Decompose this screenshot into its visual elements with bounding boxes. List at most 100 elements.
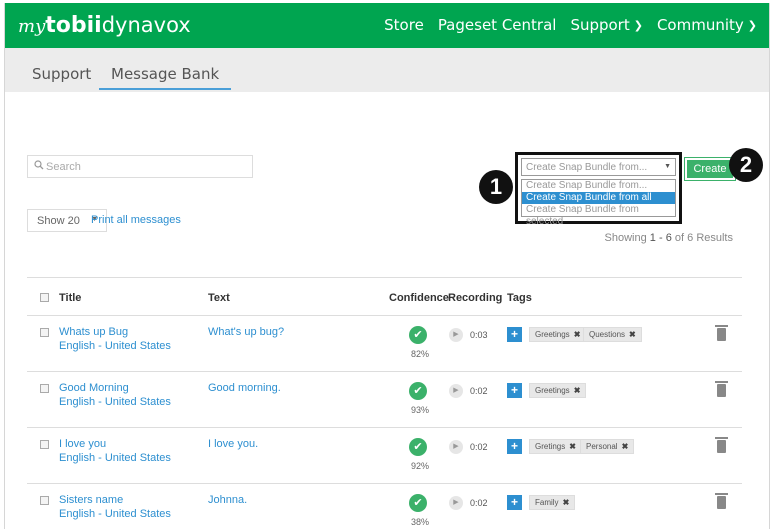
caret-down-icon: ▼ (664, 163, 671, 170)
play-icon[interactable]: ▶ (449, 496, 463, 510)
bundle-select[interactable]: Create Snap Bundle from... ▼ (521, 158, 676, 176)
confidence-value: 92% (411, 461, 430, 471)
recording-duration: 0:03 (470, 330, 488, 340)
tag: Greetings ✖ (529, 327, 587, 342)
table-header: Title Text Confidence Recording Tags (27, 278, 742, 316)
search-box (27, 155, 253, 178)
tab-support[interactable]: Support (32, 65, 91, 83)
nav-store[interactable]: Store (384, 16, 424, 34)
trash-icon[interactable] (715, 325, 728, 341)
sub-nav: Support Message Bank (5, 48, 769, 92)
row-language[interactable]: English - United States (59, 508, 171, 520)
top-nav: Store Pageset Central Support ❯ Community… (384, 16, 757, 34)
add-tag-button[interactable]: + (507, 383, 522, 398)
col-text: Text (208, 292, 230, 304)
nav-pageset-central[interactable]: Pageset Central (438, 16, 557, 34)
results-prefix: Showing (604, 232, 647, 244)
page-size-value: Show 20 (37, 215, 80, 227)
search-icon (34, 160, 44, 173)
close-icon[interactable]: ✖ (629, 330, 636, 339)
close-icon[interactable]: ✖ (569, 442, 576, 451)
confidence-value: 82% (411, 349, 430, 359)
close-icon[interactable]: ✖ (622, 442, 629, 451)
chevron-down-icon: ❯ (633, 19, 643, 32)
tag-label: Personal (586, 442, 618, 451)
row-checkbox[interactable] (40, 384, 49, 393)
table-row: Sisters name English - United States Joh… (27, 484, 742, 529)
create-button[interactable]: Create (684, 157, 736, 181)
close-icon[interactable]: ✖ (563, 498, 570, 507)
nav-support[interactable]: Support ❯ (570, 16, 643, 34)
tag: Greetings ✖ (529, 383, 587, 398)
nav-support-label: Support (570, 16, 630, 34)
row-text[interactable]: I love you. (208, 438, 258, 450)
close-icon[interactable]: ✖ (574, 330, 581, 339)
row-text[interactable]: Good morning. (208, 382, 281, 394)
add-tag-button[interactable]: + (507, 327, 522, 342)
close-icon[interactable]: ✖ (574, 386, 581, 395)
results-range: 1 - 6 (649, 232, 672, 244)
tab-message-bank[interactable]: Message Bank (99, 65, 232, 90)
search-input[interactable] (46, 158, 246, 175)
logo[interactable]: mytobiidynavox (18, 13, 191, 39)
row-language[interactable]: English - United States (59, 452, 171, 464)
row-checkbox[interactable] (40, 440, 49, 449)
tag-label: Gretings (535, 442, 566, 451)
nav-community-label: Community (656, 16, 744, 34)
callout-badge-2: 2 (729, 148, 763, 182)
logo-dynavox: dynavox (101, 13, 191, 37)
check-badge-icon: ✔ (409, 438, 427, 456)
recording-duration: 0:02 (470, 386, 488, 396)
trash-icon[interactable] (715, 437, 728, 453)
messages-table: Title Text Confidence Recording Tags Wha… (27, 277, 742, 529)
tag-label: Greetings (535, 386, 570, 395)
play-icon[interactable]: ▶ (449, 440, 463, 454)
row-title[interactable]: Whats up Bug (59, 326, 128, 338)
table-row: I love you English - United States I lov… (27, 428, 742, 484)
trash-icon[interactable] (715, 381, 728, 397)
recording-duration: 0:02 (470, 498, 488, 508)
tag: Questions ✖ (583, 327, 642, 342)
row-text[interactable]: Johnna. (208, 494, 247, 506)
bundle-option[interactable]: Create Snap Bundle from... (522, 180, 675, 192)
row-language[interactable]: English - United States (59, 396, 171, 408)
results-total: 6 (687, 232, 694, 244)
bundle-callout: Create Snap Bundle from... ▼ Create Snap… (515, 152, 682, 227)
results-suffix: Results (696, 232, 733, 244)
row-language[interactable]: English - United States (59, 340, 171, 352)
print-all-link[interactable]: Print all messages (91, 214, 181, 226)
row-checkbox[interactable] (40, 328, 49, 337)
recording-duration: 0:02 (470, 442, 488, 452)
confidence-value: 93% (411, 405, 430, 415)
trash-icon[interactable] (715, 493, 728, 509)
check-badge-icon: ✔ (409, 494, 427, 512)
nav-community[interactable]: Community ❯ (657, 16, 757, 34)
results-of: of (674, 232, 685, 244)
add-tag-button[interactable]: + (507, 439, 522, 454)
play-icon[interactable]: ▶ (449, 328, 463, 342)
results-count: Showing 1 - 6 of 6 Results (605, 232, 733, 244)
logo-tobii: tobii (45, 13, 102, 38)
select-all-checkbox[interactable] (40, 293, 49, 302)
bundle-option[interactable]: Create Snap Bundle from selected (522, 204, 675, 227)
table-row: Good Morning English - United States Goo… (27, 372, 742, 428)
nav-store-label: Store (384, 16, 424, 34)
row-title[interactable]: I love you (59, 438, 106, 450)
row-title[interactable]: Good Morning (59, 382, 129, 394)
chevron-down-icon: ❯ (747, 19, 757, 32)
bundle-option-selected[interactable]: Create Snap Bundle from all (522, 192, 675, 204)
col-tags: Tags (507, 292, 532, 304)
play-icon[interactable]: ▶ (449, 384, 463, 398)
tag: Family ✖ (529, 495, 576, 510)
row-title[interactable]: Sisters name (59, 494, 123, 506)
logo-my: my (18, 16, 46, 37)
tag-label: Questions (589, 330, 626, 339)
col-recording: Recording (448, 292, 503, 304)
add-tag-button[interactable]: + (507, 495, 522, 510)
bundle-options: Create Snap Bundle from... Create Snap B… (521, 179, 676, 227)
callout-badge-1: 1 (479, 170, 513, 204)
bundle-select-value: Create Snap Bundle from... (526, 162, 648, 173)
row-checkbox[interactable] (40, 496, 49, 505)
col-title: Title (59, 292, 82, 304)
row-text[interactable]: What's up bug? (208, 326, 284, 338)
